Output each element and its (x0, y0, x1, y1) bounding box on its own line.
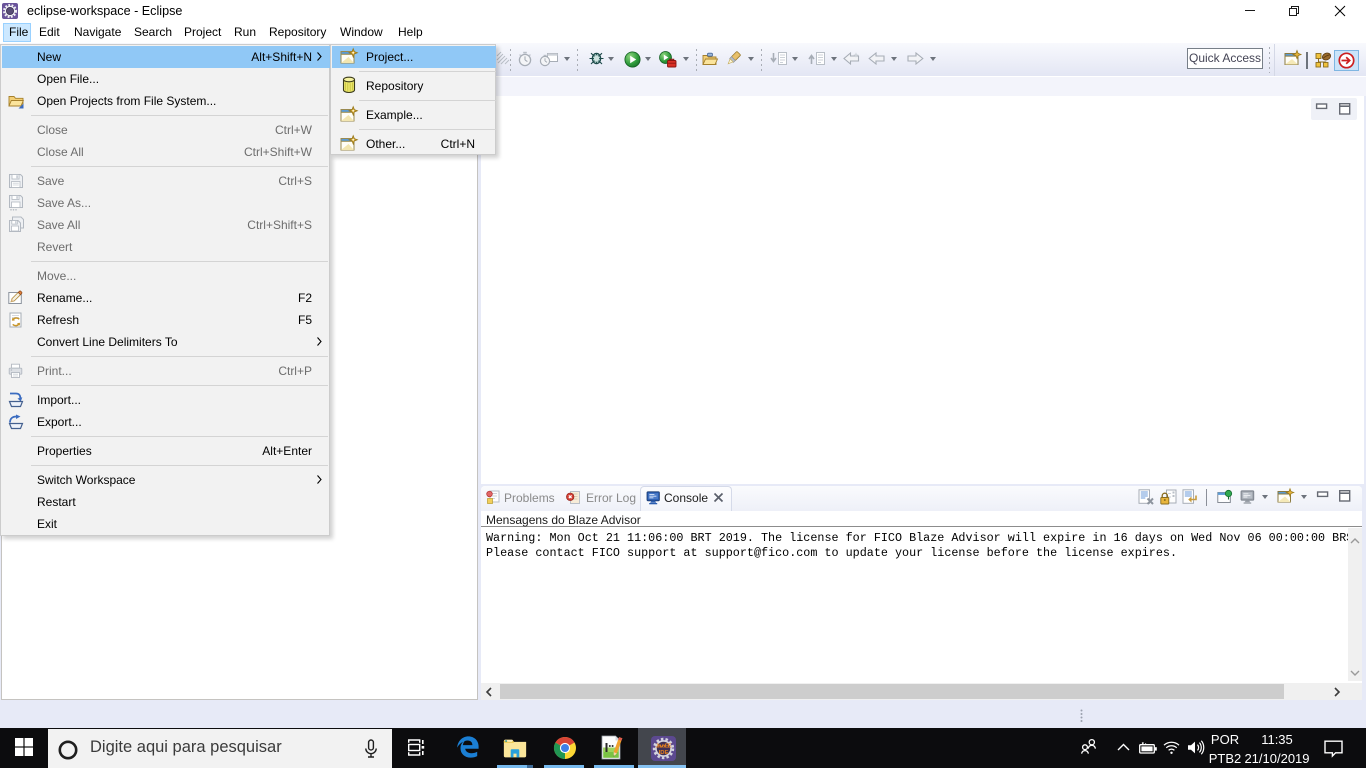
svg-text:IDE: IDE (659, 750, 669, 756)
svg-text:Java EE: Java EE (656, 744, 672, 750)
